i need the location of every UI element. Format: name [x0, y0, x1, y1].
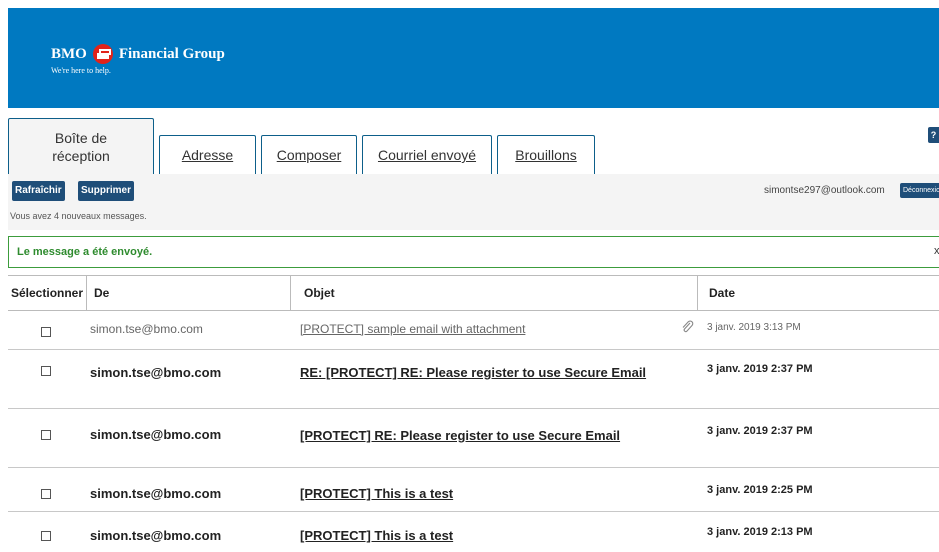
row-date: 3 janv. 2019 2:13 PM [707, 526, 813, 538]
logout-button[interactable]: Déconnexion [900, 183, 939, 198]
logo-tagline: We're here to help. [51, 66, 111, 75]
row-checkbox[interactable] [41, 531, 51, 541]
message-table-header: Sélectionner De Objet Date [8, 275, 939, 311]
header-select[interactable]: Sélectionner [8, 276, 86, 310]
table-row[interactable]: simon.tse@bmo.com [PROTECT] This is a te… [8, 469, 939, 512]
logo-bank-name: BMO [51, 45, 87, 62]
column-divider[interactable] [86, 276, 87, 310]
delete-button[interactable]: Supprimer [78, 181, 135, 201]
row-subject-link[interactable]: [PROTECT] RE: Please register to use Sec… [300, 427, 670, 445]
attachment-icon [682, 320, 694, 333]
alert-message: Le message a été envoyé. [17, 246, 153, 258]
row-subject-link[interactable]: [PROTECT] sample email with attachment [300, 320, 670, 338]
tab-sent[interactable]: Courriel envoyé [362, 135, 492, 174]
table-row[interactable]: simon.tse@bmo.com [PROTECT] This is a te… [8, 513, 939, 552]
header-from[interactable]: De [94, 276, 109, 310]
alert-close-icon[interactable]: x [934, 245, 939, 257]
tab-address[interactable]: Adresse [159, 135, 256, 174]
new-messages-text: Vous avez 4 nouveaux messages. [10, 211, 147, 221]
bmo-logo[interactable]: BMO Financial Group We're here to help. [51, 44, 225, 75]
row-sender: simon.tse@bmo.com [90, 365, 222, 380]
row-sender: simon.tse@bmo.com [90, 427, 222, 442]
row-checkbox[interactable] [41, 489, 51, 499]
bmo-roundel-icon [92, 44, 113, 64]
row-checkbox[interactable] [41, 430, 51, 440]
success-alert: Le message a été envoyé. x [8, 236, 939, 268]
row-date: 3 janv. 2019 2:25 PM [707, 484, 813, 496]
header-banner: BMO Financial Group We're here to help. [8, 8, 939, 108]
row-subject-link[interactable]: [PROTECT] This is a test [300, 485, 670, 503]
tab-inbox[interactable]: Boîte de réception [8, 118, 154, 174]
row-subject-link[interactable]: [PROTECT] This is a test [300, 527, 670, 545]
table-row[interactable]: simon.tse@bmo.com [PROTECT] RE: Please r… [8, 410, 939, 468]
toolbar: Rafraîchir Supprimer Vous avez 4 nouveau… [8, 174, 939, 230]
column-divider[interactable] [697, 276, 698, 310]
account-email: simontse297@outlook.com [764, 185, 885, 196]
row-subject-link[interactable]: RE: [PROTECT] RE: Please register to use… [300, 364, 670, 382]
row-checkbox[interactable] [41, 366, 51, 376]
row-sender: simon.tse@bmo.com [90, 528, 222, 543]
table-row[interactable]: simon.tse@bmo.com RE: [PROTECT] RE: Plea… [8, 351, 939, 409]
logo-group-name: Financial Group [118, 45, 225, 62]
row-date: 3 janv. 2019 3:13 PM [707, 322, 801, 333]
table-row[interactable]: simon.tse@bmo.com [PROTECT] sample email… [8, 311, 939, 350]
row-sender: simon.tse@bmo.com [90, 322, 203, 336]
tab-drafts[interactable]: Brouillons [497, 135, 595, 174]
row-date: 3 janv. 2019 2:37 PM [707, 425, 813, 437]
row-checkbox[interactable] [41, 327, 51, 337]
column-divider[interactable] [290, 276, 291, 310]
help-button[interactable]: ? [928, 127, 939, 143]
row-date: 3 janv. 2019 2:37 PM [707, 363, 813, 375]
row-sender: simon.tse@bmo.com [90, 486, 222, 501]
tab-compose[interactable]: Composer [261, 135, 357, 174]
refresh-button[interactable]: Rafraîchir [12, 181, 65, 201]
header-date[interactable]: Date [709, 276, 735, 310]
header-subject[interactable]: Objet [304, 276, 335, 310]
